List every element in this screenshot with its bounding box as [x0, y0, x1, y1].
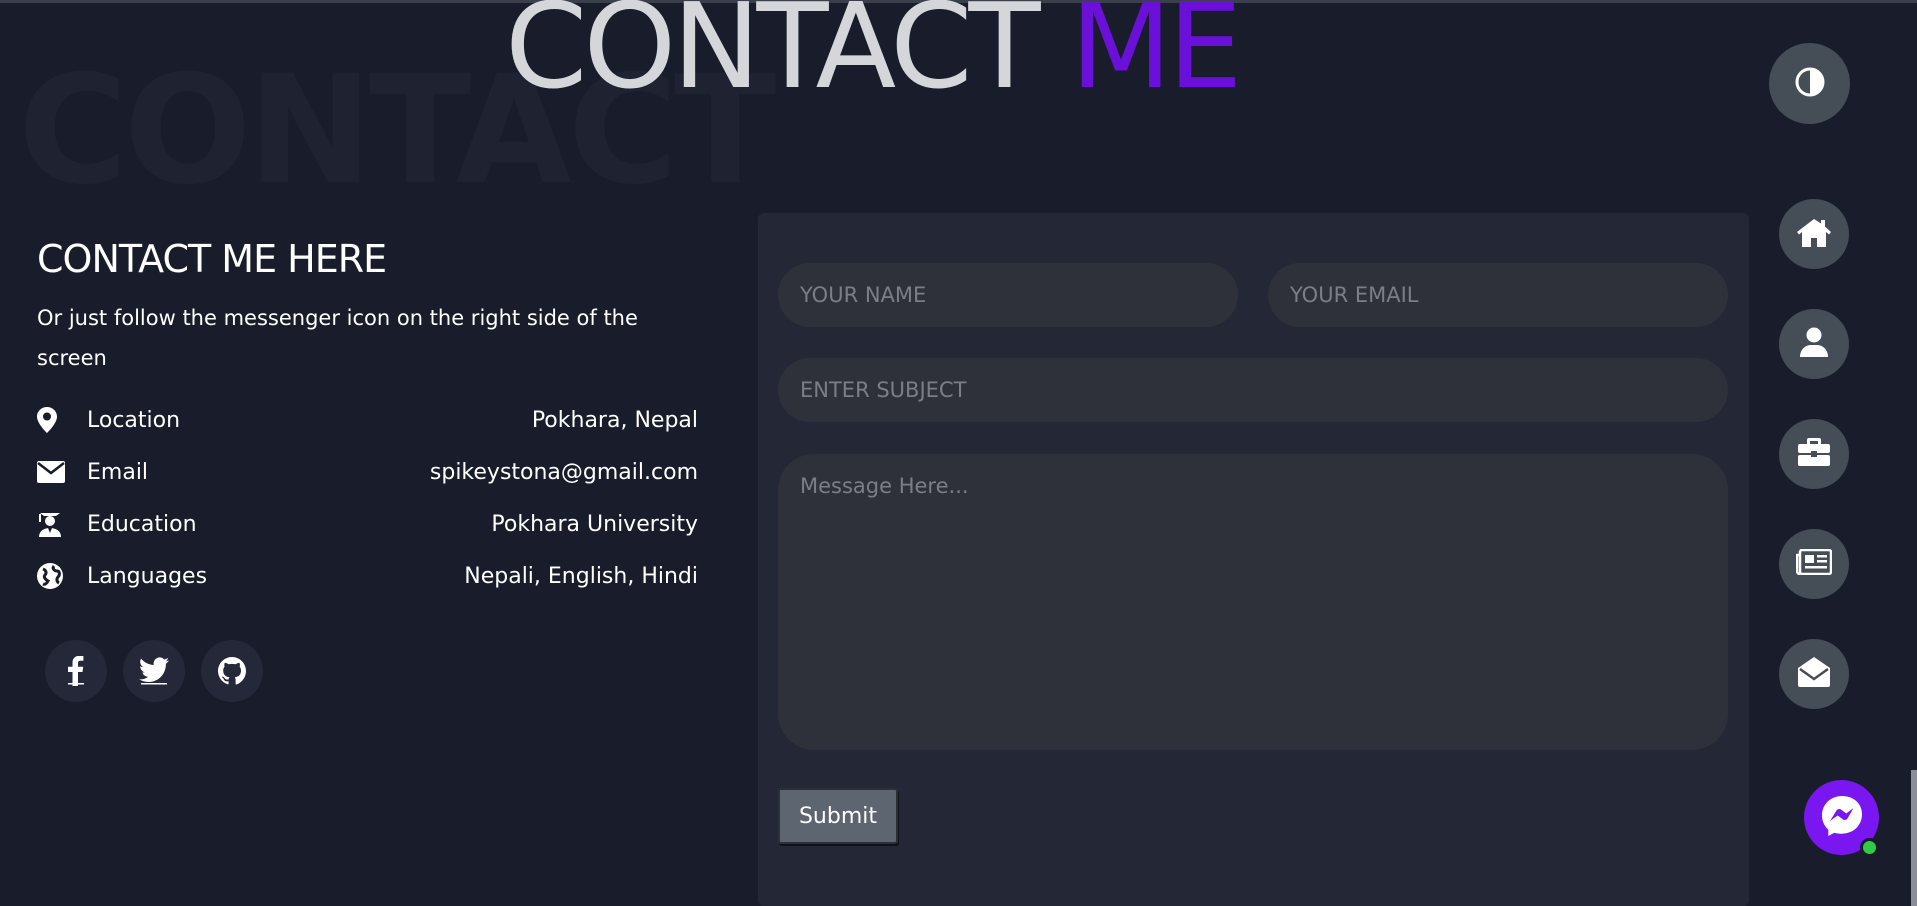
nav-contact-button[interactable]	[1779, 639, 1849, 709]
messenger-icon	[1819, 793, 1865, 843]
info-row-email: Email spikeystona@gmail.com	[37, 446, 698, 498]
name-input[interactable]	[778, 263, 1238, 327]
facebook-icon[interactable]	[45, 640, 107, 703]
newspaper-icon	[1795, 548, 1833, 579]
info-row-education: Education Pokhara University	[37, 498, 698, 550]
nav-home-button[interactable]	[1779, 199, 1849, 269]
info-value-location: Pokhara, Nepal	[531, 407, 698, 433]
social-links	[45, 640, 698, 703]
half-circle-icon	[1795, 67, 1825, 101]
submit-button[interactable]: Submit	[778, 788, 898, 844]
envelope-open-icon	[1798, 657, 1830, 691]
contact-info-title: CONTACT ME HERE	[37, 237, 387, 281]
nav-blog-button[interactable]	[1779, 529, 1849, 599]
info-value-education: Pokhara University	[491, 511, 698, 537]
email-input[interactable]	[1268, 263, 1728, 327]
info-label-education: Education	[87, 511, 197, 537]
envelope-icon	[37, 458, 87, 486]
online-status-dot	[1860, 838, 1879, 857]
twitter-icon[interactable]	[123, 640, 185, 703]
info-label-email: Email	[87, 459, 149, 485]
briefcase-icon	[1798, 438, 1830, 470]
contact-form: Submit	[758, 213, 1749, 906]
graduate-icon	[37, 510, 87, 538]
contact-info-section: CONTACT ME HERE Or just follow the messe…	[37, 235, 698, 703]
page-title-word-2: ME	[1070, 0, 1242, 115]
info-row-location: Location Pokhara, Nepal	[37, 394, 698, 446]
info-row-languages: Languages Nepali, English, Hindi	[37, 550, 698, 602]
message-textarea[interactable]	[778, 454, 1728, 750]
page-title: CONTACT ME	[505, 0, 1242, 115]
side-nav	[1779, 199, 1849, 749]
scrollbar-thumb[interactable]	[1911, 770, 1917, 906]
user-icon	[1800, 327, 1828, 361]
map-marker-icon	[37, 406, 87, 434]
nav-about-button[interactable]	[1779, 309, 1849, 379]
info-value-languages: Nepali, English, Hindi	[464, 563, 698, 589]
info-value-email[interactable]: spikeystona@gmail.com	[430, 460, 698, 485]
contact-info-description: Or just follow the messenger icon on the…	[37, 306, 638, 371]
home-icon	[1796, 217, 1832, 251]
globe-icon	[37, 562, 87, 590]
info-label-location: Location	[87, 407, 181, 433]
info-label-languages: Languages	[87, 563, 208, 589]
page-title-word-1: CONTACT	[505, 0, 1041, 115]
nav-portfolio-button[interactable]	[1779, 419, 1849, 489]
contact-info-list: Location Pokhara, Nepal Email spikeyston…	[37, 394, 698, 602]
github-icon[interactable]	[201, 640, 263, 703]
subject-input[interactable]	[778, 358, 1728, 422]
theme-toggle-button[interactable]	[1769, 43, 1850, 124]
